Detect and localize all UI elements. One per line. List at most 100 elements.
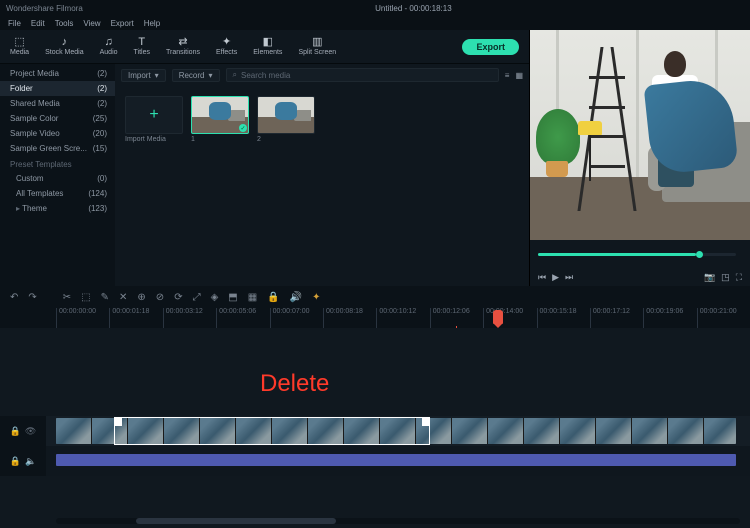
chevron-down-icon: ▾ (155, 71, 159, 80)
edit-button[interactable]: ✎ (101, 292, 109, 303)
audio-track[interactable]: 🔒 🔈 (0, 446, 750, 476)
timeline-scrollbar[interactable] (56, 518, 740, 524)
sidebar-item-sample-green[interactable]: Sample Green Scre...(15) (0, 141, 115, 156)
search-input[interactable]: ⌕Search media (226, 68, 499, 82)
video-track[interactable]: 🔒 👁 (0, 416, 750, 446)
eye-icon[interactable]: 👁 (25, 426, 36, 437)
sidebar-item-shared-media[interactable]: Shared Media(2) (0, 96, 115, 111)
menu-file[interactable]: File (8, 19, 21, 28)
audio-clip[interactable] (56, 454, 736, 466)
ruler-tick: 00:00:01:18 (109, 308, 162, 328)
stock-icon: ♪ (62, 37, 68, 48)
mask-button[interactable]: ⬒ (228, 292, 237, 303)
media-sidebar: Project Media(2) Folder(2) Shared Media(… (0, 64, 115, 286)
tab-effects[interactable]: ✦Effects (216, 37, 237, 56)
crop-button[interactable]: ⬚ (81, 292, 90, 303)
playhead-icon (493, 310, 503, 324)
timeline-tracks: Delete 🔒 👁 🔒 🔈 (0, 328, 750, 528)
menu-export[interactable]: Export (111, 19, 134, 28)
media-icon: ⬚ (14, 37, 24, 48)
media-panel: ⬚Media ♪Stock Media ♫Audio TTitles ⇄Tran… (0, 30, 530, 286)
quality-button[interactable]: ◳ (721, 272, 730, 283)
tab-stock-media[interactable]: ♪Stock Media (45, 37, 84, 56)
ruler-tick: 00:00:00:00 (56, 308, 109, 328)
preview-panel: ⏮ ▶ ⏭ 📷 ◳ ⛶ (530, 30, 750, 286)
delete-button[interactable]: ✕ (119, 292, 127, 303)
next-frame-button[interactable]: ⏭ (565, 272, 573, 283)
tab-transitions[interactable]: ⇄Transitions (166, 37, 200, 56)
sidebar-item-folder[interactable]: Folder(2) (0, 81, 115, 96)
fullscreen-button[interactable]: ⛶ (736, 272, 742, 283)
lock-icon[interactable]: 🔒 (10, 456, 21, 467)
snapshot-button[interactable]: 📷 (704, 272, 715, 283)
menu-edit[interactable]: Edit (31, 19, 45, 28)
color-button[interactable]: ◈ (211, 292, 219, 303)
grid-button[interactable]: ▦ (248, 292, 257, 303)
track-head-video[interactable]: 🔒 👁 (0, 416, 46, 446)
speed-button[interactable]: ⊘ (156, 292, 164, 303)
ruler-tick: 00:00:10:12 (376, 308, 429, 328)
ruler-tick: 00:00:19:06 (643, 308, 696, 328)
ruler-tick: 00:00:03:12 (163, 308, 216, 328)
preview-canvas[interactable] (530, 30, 750, 240)
sidebar-item-sample-color[interactable]: Sample Color(25) (0, 111, 115, 126)
sidebar-category: Preset Templates (0, 156, 115, 171)
effects-icon: ✦ (222, 37, 231, 48)
add-button[interactable]: ⊕ (137, 292, 145, 303)
timeline-ruler[interactable]: 00:00:00:00 00:00:01:18 00:00:03:12 00:0… (0, 308, 750, 328)
media-controls: Import▾ Record▾ ⌕Search media ≡ ▦ (115, 64, 529, 86)
playhead[interactable] (456, 310, 457, 328)
effects-button[interactable]: ✦ (312, 292, 320, 303)
mute-icon[interactable]: 🔈 (25, 456, 36, 467)
ruler-tick: 00:00:14:00 (483, 308, 536, 328)
sidebar-item-all-templates[interactable]: All Templates(124) (0, 186, 115, 201)
chevron-down-icon: ▾ (208, 71, 212, 80)
preview-controls (530, 240, 750, 268)
fit-button[interactable]: ⤢ (193, 292, 201, 303)
grid-view-icon[interactable]: ▦ (515, 71, 523, 80)
sidebar-item-project-media[interactable]: Project Media(2) (0, 66, 115, 81)
export-button[interactable]: Export (462, 39, 519, 55)
annotation-delete: Delete (260, 370, 329, 398)
import-media-tile[interactable]: + Import Media (125, 96, 183, 143)
sidebar-item-theme[interactable]: ▸ Theme(123) (0, 201, 115, 216)
titles-icon: T (138, 37, 145, 48)
project-label: Untitled - 00:00:18:13 (83, 4, 744, 13)
ruler-tick: 00:00:08:18 (323, 308, 376, 328)
cut-button[interactable]: ✂ (63, 292, 71, 303)
split-icon: ▥ (312, 37, 322, 48)
transitions-icon: ⇄ (178, 37, 187, 48)
menu-tools[interactable]: Tools (55, 19, 74, 28)
lock-icon[interactable]: 🔒 (10, 426, 21, 437)
tab-titles[interactable]: TTitles (134, 37, 150, 56)
import-dropdown[interactable]: Import▾ (121, 69, 166, 82)
tab-media[interactable]: ⬚Media (10, 37, 29, 56)
record-dropdown[interactable]: Record▾ (172, 69, 220, 82)
volume-button[interactable]: 🔊 (290, 292, 302, 303)
timeline-toolbar: ↶ ↷ ✂ ⬚ ✎ ✕ ⊕ ⊘ ⟳ ⤢ ◈ ⬒ ▦ 🔒 🔊 ✦ (0, 286, 750, 308)
sidebar-item-sample-video[interactable]: Sample Video(20) (0, 126, 115, 141)
sidebar-item-custom[interactable]: Custom(0) (0, 171, 115, 186)
prev-frame-button[interactable]: ⏮ (538, 272, 546, 283)
lock-button[interactable]: 🔒 (267, 292, 279, 303)
tab-elements[interactable]: ◧Elements (253, 37, 282, 56)
clip-selection[interactable] (114, 417, 430, 445)
ruler-tick: 00:00:07:00 (270, 308, 323, 328)
undo-button[interactable]: ↶ (10, 292, 18, 303)
sort-icon[interactable]: ≡ (505, 71, 510, 80)
ruler-tick: 00:00:17:12 (590, 308, 643, 328)
play-button[interactable]: ▶ (552, 272, 559, 283)
rotate-button[interactable]: ⟳ (174, 292, 182, 303)
title-bar: Wondershare Filmora Untitled - 00:00:18:… (0, 0, 750, 16)
ruler-tick: 00:00:05:06 (216, 308, 269, 328)
menu-view[interactable]: View (83, 19, 100, 28)
tab-audio[interactable]: ♫Audio (100, 37, 118, 56)
track-head-audio[interactable]: 🔒 🔈 (0, 446, 46, 476)
menu-help[interactable]: Help (144, 19, 160, 28)
tab-split-screen[interactable]: ▥Split Screen (298, 37, 336, 56)
preview-scrubber[interactable] (538, 253, 736, 256)
redo-button[interactable]: ↷ (28, 292, 36, 303)
media-thumbnails: + Import Media ✓ 1 2 (115, 86, 529, 286)
media-thumb-2[interactable]: 2 (257, 96, 315, 143)
media-thumb-1[interactable]: ✓ 1 (191, 96, 249, 143)
